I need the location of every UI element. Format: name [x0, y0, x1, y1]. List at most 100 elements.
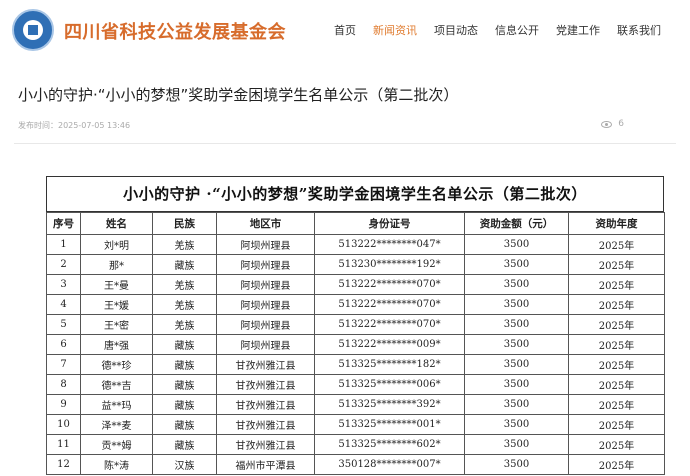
- table-cell: 3500: [464, 294, 569, 315]
- nav-item-3[interactable]: 信息公开: [495, 22, 539, 38]
- table-cell: 513325********006*: [314, 374, 465, 395]
- table-cell: 阿坝州理县: [216, 274, 315, 295]
- table-cell: 阿坝州理县: [216, 334, 315, 355]
- table-cell: 刘*明: [80, 234, 153, 255]
- table-row: 3 王*曼 羌族 阿坝州理县 513222********070* 3500 2025年: [46, 274, 665, 295]
- logo-core: [28, 25, 38, 35]
- table-cell: 阿坝州理县: [216, 234, 315, 255]
- table-cell: 513222********070*: [314, 314, 465, 335]
- table-header-row: 序号 姓名 民族 地区市 身份证号 资助金额（元） 资助年度: [46, 212, 665, 235]
- column-header: 资助金额（元）: [464, 212, 569, 235]
- table-cell: 陈*涛: [80, 454, 153, 475]
- table-cell: 益**玛: [80, 394, 153, 415]
- table-cell: 2025年: [568, 294, 665, 315]
- table-cell: 513325********001*: [314, 414, 465, 435]
- table-cell: 唐*强: [80, 334, 153, 355]
- table-cell: 德**珍: [80, 354, 153, 375]
- table-cell: 羌族: [152, 294, 217, 315]
- table-cell: 3500: [464, 374, 569, 395]
- table-cell: 那*: [80, 254, 153, 275]
- table-cell: 德**吉: [80, 374, 153, 395]
- nav-item-2[interactable]: 项目动态: [434, 22, 478, 38]
- table-cell: 513325********602*: [314, 434, 465, 455]
- table-cell: 藏族: [152, 334, 217, 355]
- column-header: 地区市: [216, 212, 315, 235]
- table-row: 4 王*媛 羌族 阿坝州理县 513222********070* 3500 2025年: [46, 294, 665, 315]
- divider: [14, 143, 676, 144]
- table-cell: 3500: [464, 314, 569, 335]
- table-cell: 贡**姆: [80, 434, 153, 455]
- table-cell: 3500: [464, 234, 569, 255]
- table-cell: 513222********070*: [314, 274, 465, 295]
- table-cell: 甘孜州雅江县: [216, 354, 315, 375]
- table-row: 2 那* 藏族 阿坝州理县 513230********192* 3500 2025年: [46, 254, 665, 275]
- table-cell: 2025年: [568, 354, 665, 375]
- table-row: 5 王*密 羌族 阿坝州理县 513222********070* 3500 2025年: [46, 314, 665, 335]
- table-cell: 阿坝州理县: [216, 254, 315, 275]
- table-cell: 6: [46, 334, 81, 355]
- table-cell: 2025年: [568, 454, 665, 475]
- table-row: 11 贡**姆 藏族 甘孜州雅江县 513325********602* 3500 2025…: [46, 434, 665, 455]
- table-cell: 2025年: [568, 254, 665, 275]
- view-count-value: 6: [618, 119, 624, 129]
- table-row: 1 刘*明 羌族 阿坝州理县 513222********047* 3500 2025年: [46, 234, 665, 255]
- table-cell: 513222********009*: [314, 334, 465, 355]
- table-row: 9 益**玛 藏族 甘孜州雅江县 513325********392* 3500 2025年: [46, 394, 665, 415]
- nav-item-1[interactable]: 新闻资讯: [373, 22, 417, 38]
- table-cell: 王*密: [80, 314, 153, 335]
- table-cell: 藏族: [152, 414, 217, 435]
- foundation-logo-icon[interactable]: [12, 9, 54, 51]
- table-cell: 3500: [464, 454, 569, 475]
- table-cell: 350128********007*: [314, 454, 465, 475]
- table-cell: 7: [46, 354, 81, 375]
- table-cell: 王*媛: [80, 294, 153, 315]
- table-cell: 10: [46, 414, 81, 435]
- nav-item-5[interactable]: 联系我们: [617, 22, 661, 38]
- table-row: 8 德**吉 藏族 甘孜州雅江县 513325********006* 3500 2025年: [46, 374, 665, 395]
- table-cell: 阿坝州理县: [216, 294, 315, 315]
- table-cell: 王*曼: [80, 274, 153, 295]
- column-header: 序号: [46, 212, 81, 235]
- nav-item-4[interactable]: 党建工作: [556, 22, 600, 38]
- table-cell: 4: [46, 294, 81, 315]
- eye-icon: [601, 120, 613, 128]
- table-cell: 甘孜州雅江县: [216, 374, 315, 395]
- table-cell: 3500: [464, 434, 569, 455]
- table-cell: 12: [46, 454, 81, 475]
- site-name[interactable]: 四川省科技公益发展基金会: [64, 18, 286, 44]
- table-cell: 藏族: [152, 394, 217, 415]
- table-cell: 2025年: [568, 434, 665, 455]
- logo-inner: [23, 20, 43, 40]
- table-cell: 5: [46, 314, 81, 335]
- table-cell: 3500: [464, 354, 569, 375]
- table-cell: 2025年: [568, 414, 665, 435]
- table-cell: 羌族: [152, 274, 217, 295]
- table-cell: 513222********070*: [314, 294, 465, 315]
- table-cell: 2025年: [568, 394, 665, 415]
- column-header: 民族: [152, 212, 217, 235]
- table-cell: 2025年: [568, 314, 665, 335]
- document-title: 小小的守护 ·“小小的梦想”奖助学金困境学生名单公示（第二批次）: [46, 176, 664, 212]
- publish-time: 发布时间：2025-07-05 13:46: [18, 121, 131, 130]
- table-cell: 藏族: [152, 434, 217, 455]
- site-header: 四川省科技公益发展基金会 首页 新闻资讯 项目动态 信息公开 党建工作 联系我们: [0, 0, 690, 62]
- table-cell: 藏族: [152, 254, 217, 275]
- table-row: 7 德**珍 藏族 甘孜州雅江县 513325********182* 3500 2025年: [46, 354, 665, 375]
- table-cell: 阿坝州理县: [216, 314, 315, 335]
- view-count: 6: [601, 119, 624, 129]
- table-cell: 3500: [464, 334, 569, 355]
- table-cell: 1: [46, 234, 81, 255]
- table-cell: 3500: [464, 254, 569, 275]
- column-header: 资助年度: [568, 212, 665, 235]
- table-cell: 羌族: [152, 314, 217, 335]
- column-header: 身份证号: [314, 212, 465, 235]
- nav-item-0[interactable]: 首页: [334, 22, 356, 38]
- article-title: 小小的守护·“小小的梦想”奖助学金困境学生名单公示（第二批次）: [18, 86, 459, 104]
- table-cell: 2025年: [568, 274, 665, 295]
- table-cell: 513325********392*: [314, 394, 465, 415]
- table-cell: 3: [46, 274, 81, 295]
- main-nav: 首页 新闻资讯 项目动态 信息公开 党建工作 联系我们: [334, 22, 678, 38]
- table-cell: 513222********047*: [314, 234, 465, 255]
- table-cell: 甘孜州雅江县: [216, 394, 315, 415]
- table-row: 12 陈*涛 汉族 福州市平潭县 350128********007* 3500 2025年: [46, 454, 665, 475]
